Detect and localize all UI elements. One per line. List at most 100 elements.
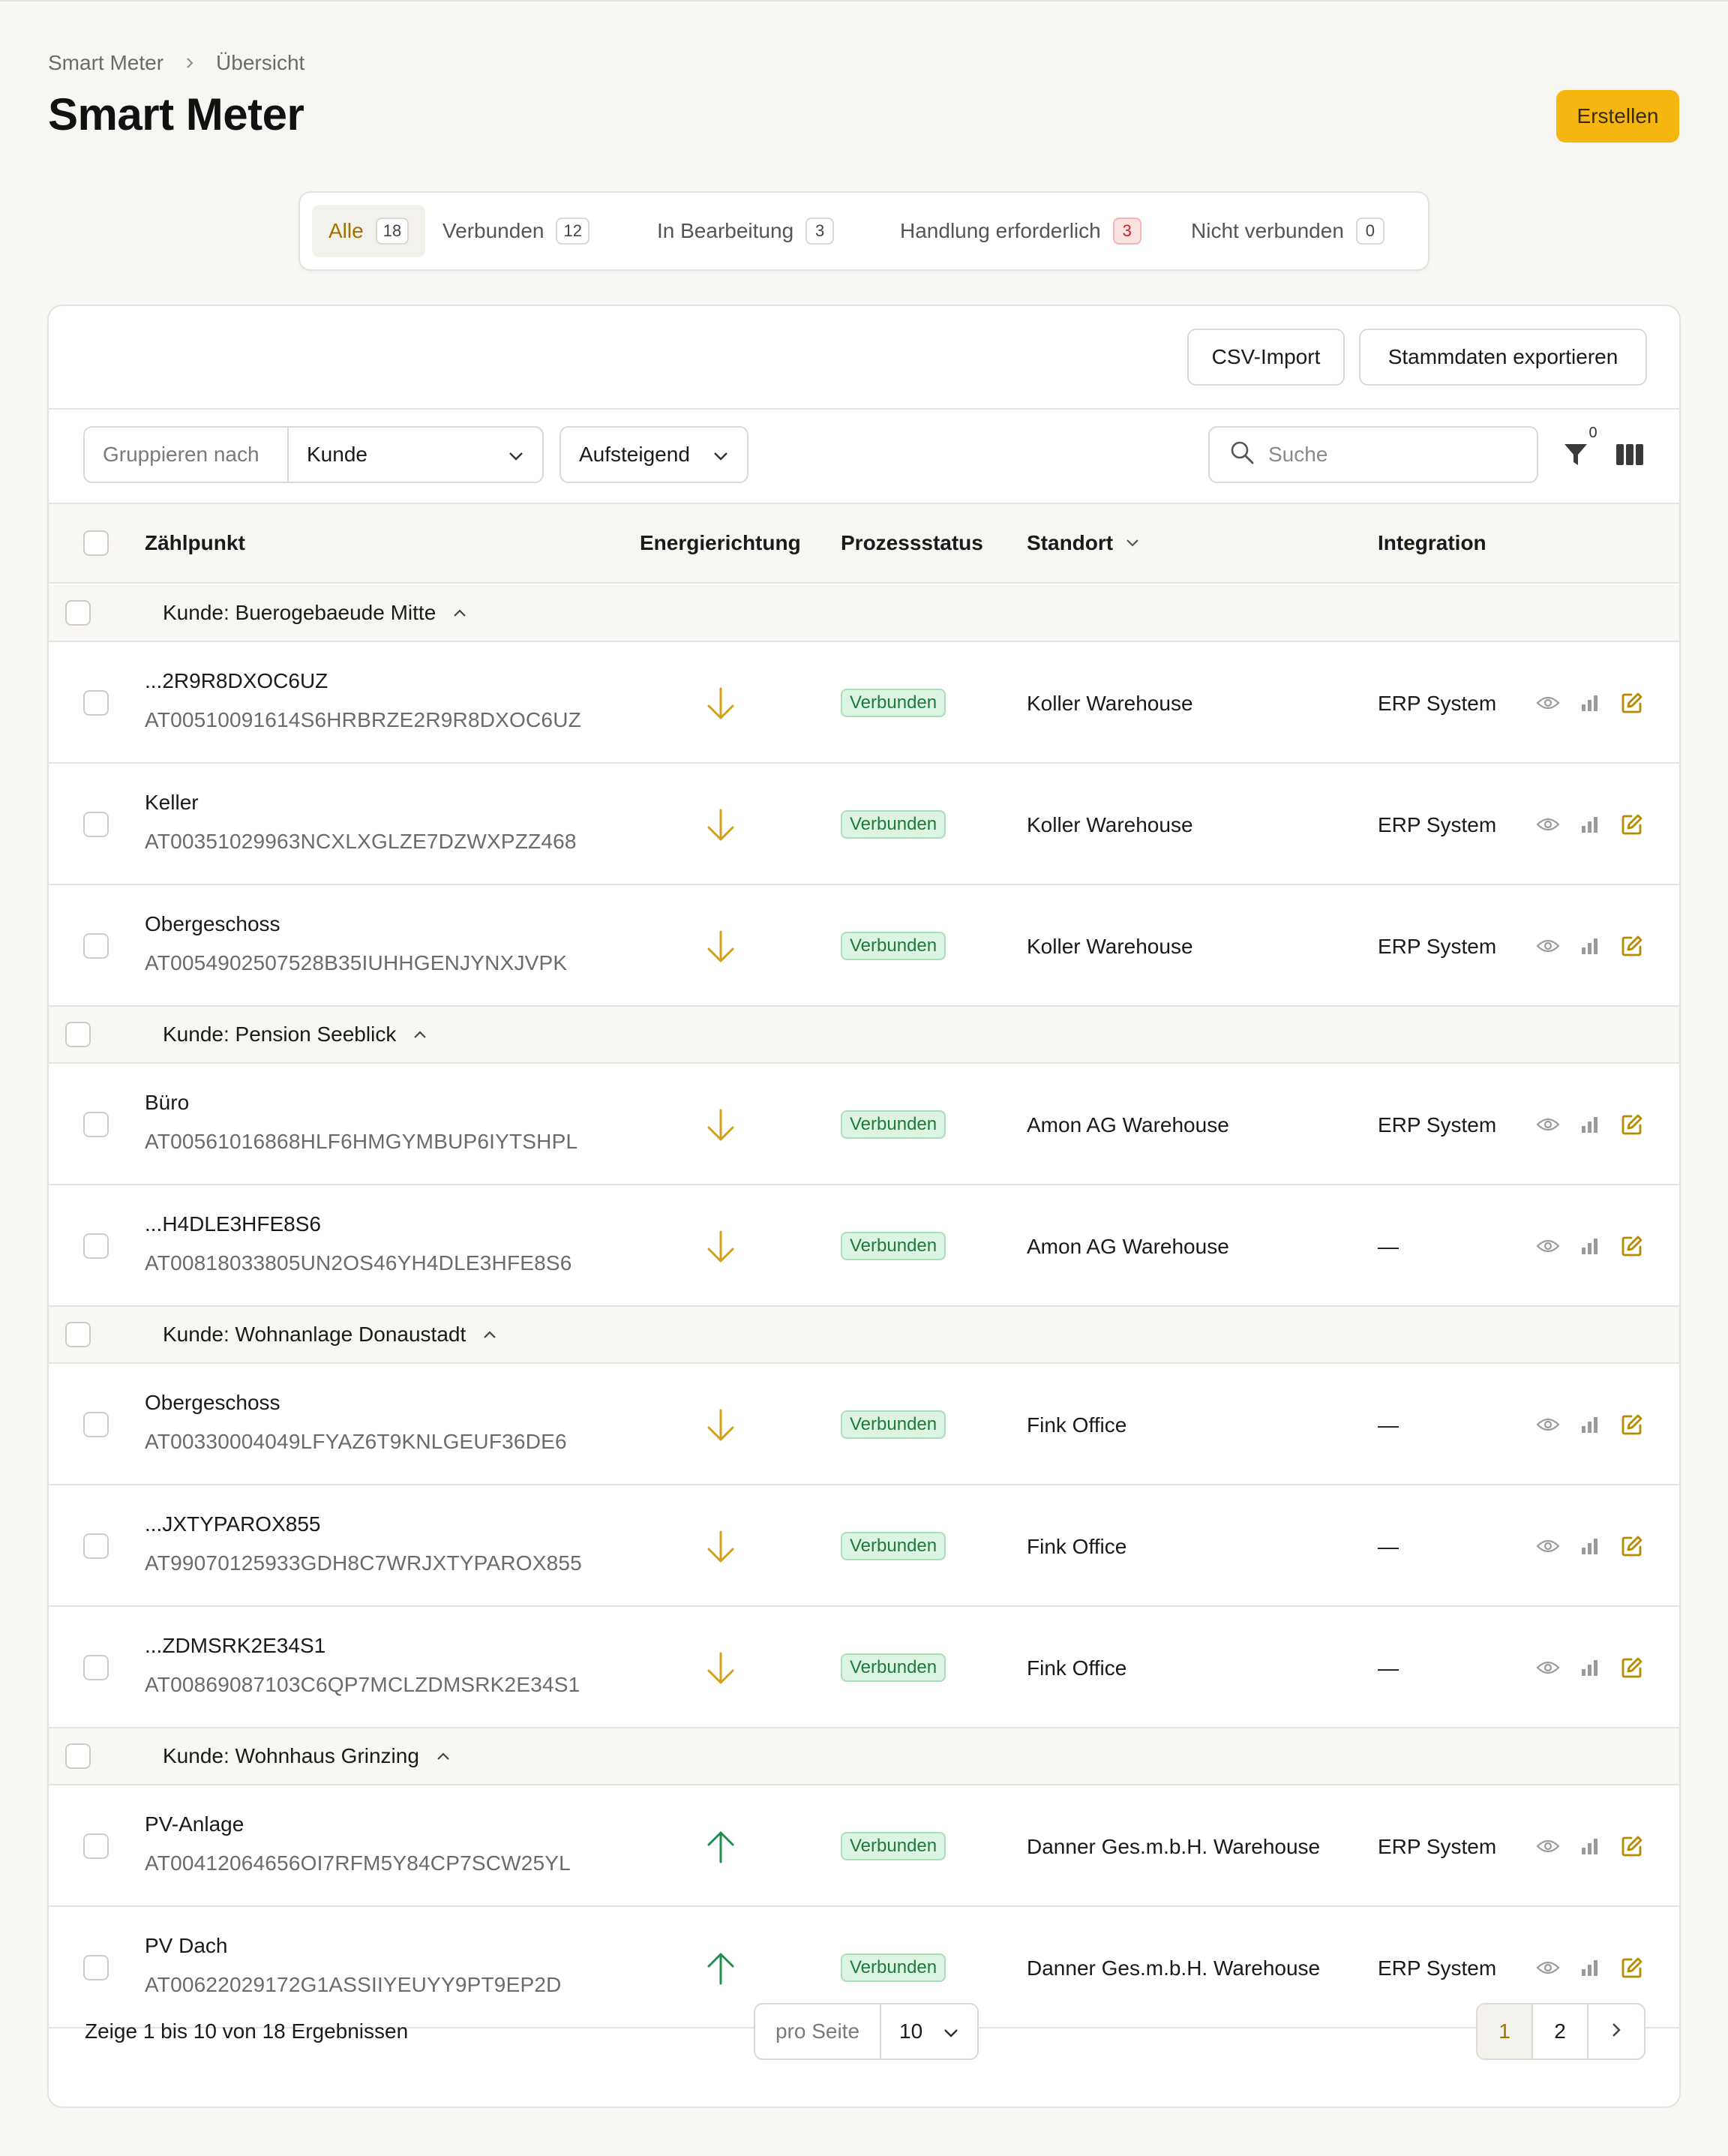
row-checkbox[interactable]	[83, 1955, 109, 1980]
table-row[interactable]: ...H4DLE3HFE8S6 AT00818033805UN2OS46YH4DL…	[49, 1185, 1679, 1307]
chevron-up-icon[interactable]	[482, 1330, 497, 1339]
table-row[interactable]: Keller AT00351029963NCXLXGLZE7DZWXPZZ468 V…	[49, 764, 1679, 885]
csv-import-button[interactable]: CSV-Import	[1187, 329, 1345, 386]
breadcrumb-root[interactable]: Smart Meter	[48, 51, 164, 75]
table-row[interactable]: ...ZDMSRK2E34S1 AT00869087103C6QP7MCLZDMS…	[49, 1607, 1679, 1728]
column-header-process-status[interactable]: Prozessstatus	[841, 504, 983, 582]
group-checkbox[interactable]	[65, 1743, 91, 1769]
search-input[interactable]	[1268, 443, 1523, 467]
eye-icon[interactable]	[1535, 1233, 1561, 1259]
eye-icon[interactable]	[1535, 690, 1561, 716]
group-checkbox[interactable]	[65, 600, 91, 626]
table-row[interactable]: PV-Anlage AT00412064656OI7RFM5Y84CP7SCW25…	[49, 1785, 1679, 1907]
eye-icon[interactable]	[1535, 1412, 1561, 1437]
column-header-zaehlpunkt[interactable]: Zählpunkt	[145, 504, 245, 582]
divider	[49, 408, 1679, 410]
table-row[interactable]: ...JXTYPAROX855 AT99070125933GDH8C7WRJXTY…	[49, 1485, 1679, 1607]
tab-alle[interactable]: Alle 18	[312, 205, 426, 257]
next-page-button[interactable]	[1588, 2004, 1644, 2058]
row-checkbox[interactable]	[83, 1412, 109, 1437]
integration-text: ERP System	[1378, 935, 1497, 958]
eye-icon[interactable]	[1535, 1112, 1561, 1137]
bar-chart-icon[interactable]	[1577, 1233, 1603, 1259]
page-1-button[interactable]: 1	[1478, 2004, 1533, 2058]
row-checkbox[interactable]	[83, 1233, 109, 1259]
page-2-button[interactable]: 2	[1533, 2004, 1588, 2058]
export-master-data-button[interactable]: Stammdaten exportieren	[1359, 329, 1647, 386]
breadcrumb: Smart Meter Übersicht	[48, 50, 304, 77]
group-title: Kunde: Buerogebaeude Mitte	[163, 585, 467, 641]
column-header-integration[interactable]: Integration	[1378, 504, 1486, 582]
bar-chart-icon[interactable]	[1577, 1112, 1603, 1137]
edit-icon[interactable]	[1619, 1233, 1645, 1259]
location-text: Fink Office	[1027, 1535, 1127, 1558]
edit-icon[interactable]	[1619, 1412, 1645, 1437]
columns-icon[interactable]	[1615, 440, 1645, 470]
bar-chart-icon[interactable]	[1577, 812, 1603, 837]
chevron-right-icon	[183, 56, 196, 70]
arrow-down-icon	[704, 929, 737, 965]
meter-table-card: CSV-Import Stammdaten exportieren Gruppi…	[47, 305, 1681, 2108]
bar-chart-icon[interactable]	[1577, 1533, 1603, 1559]
chevron-up-icon[interactable]	[436, 1752, 451, 1761]
row-checkbox[interactable]	[83, 1533, 109, 1559]
eye-icon[interactable]	[1535, 933, 1561, 959]
column-header-energy-direction[interactable]: Energierichtung	[640, 504, 801, 582]
tab-label: In Bearbeitung	[657, 219, 794, 242]
group-row[interactable]: Kunde: Wohnanlage Donaustadt	[49, 1307, 1679, 1364]
bar-chart-icon[interactable]	[1577, 690, 1603, 716]
tab-nicht-verbunden[interactable]: Nicht verbunden 0	[1174, 205, 1401, 257]
integration-text: —	[1378, 1535, 1399, 1558]
edit-icon[interactable]	[1619, 1833, 1645, 1859]
sort-order-select[interactable]: Aufsteigend	[560, 426, 748, 483]
pagination: 1 2	[1476, 2003, 1646, 2060]
per-page-select[interactable]: 10	[881, 2004, 977, 2058]
chevron-up-icon[interactable]	[412, 1030, 428, 1039]
row-checkbox[interactable]	[83, 812, 109, 837]
tab-label: Handlung erforderlich	[900, 219, 1101, 242]
tab-verbunden[interactable]: Verbunden 12	[426, 205, 606, 257]
row-checkbox[interactable]	[83, 1833, 109, 1859]
bar-chart-icon[interactable]	[1577, 1412, 1603, 1437]
filter-icon[interactable]	[1561, 440, 1591, 470]
group-row[interactable]: Kunde: Pension Seeblick	[49, 1007, 1679, 1064]
edit-icon[interactable]	[1619, 812, 1645, 837]
edit-icon[interactable]	[1619, 690, 1645, 716]
create-button[interactable]: Erstellen	[1556, 90, 1679, 143]
row-checkbox[interactable]	[83, 690, 109, 716]
tab-count-badge: 3	[1112, 218, 1142, 245]
eye-icon[interactable]	[1535, 1655, 1561, 1680]
row-checkbox[interactable]	[83, 1655, 109, 1680]
eye-icon[interactable]	[1535, 812, 1561, 837]
group-row[interactable]: Kunde: Buerogebaeude Mitte	[49, 585, 1679, 642]
eye-icon[interactable]	[1535, 1533, 1561, 1559]
edit-icon[interactable]	[1619, 1955, 1645, 1980]
eye-icon[interactable]	[1535, 1833, 1561, 1859]
group-checkbox[interactable]	[65, 1022, 91, 1047]
edit-icon[interactable]	[1619, 1533, 1645, 1559]
table-row[interactable]: Obergeschoss AT0054902507528B35IUHHGENJYN…	[49, 885, 1679, 1007]
arrow-down-icon	[704, 1229, 737, 1265]
edit-icon[interactable]	[1619, 933, 1645, 959]
bar-chart-icon[interactable]	[1577, 1655, 1603, 1680]
table-row[interactable]: Obergeschoss AT00330004049LFYAZ6T9KNLGEUF…	[49, 1364, 1679, 1485]
results-summary: Zeige 1 bis 10 von 18 Ergebnissen	[85, 2019, 409, 2043]
group-row[interactable]: Kunde: Wohnhaus Grinzing	[49, 1728, 1679, 1785]
chevron-up-icon[interactable]	[452, 608, 467, 617]
row-checkbox[interactable]	[83, 1112, 109, 1137]
tab-handlung-erforderlich[interactable]: Handlung erforderlich 3	[884, 205, 1158, 257]
bar-chart-icon[interactable]	[1577, 933, 1603, 959]
edit-icon[interactable]	[1619, 1655, 1645, 1680]
eye-icon[interactable]	[1535, 1955, 1561, 1980]
row-checkbox[interactable]	[83, 933, 109, 959]
select-all-checkbox[interactable]	[83, 530, 109, 556]
edit-icon[interactable]	[1619, 1112, 1645, 1137]
group-by-select[interactable]: Kunde	[289, 428, 542, 482]
column-header-location[interactable]: Standort	[1027, 504, 1140, 582]
table-row[interactable]: ...2R9R8DXOC6UZ AT00510091614S6HRBRZE2R9R…	[49, 642, 1679, 764]
bar-chart-icon[interactable]	[1577, 1955, 1603, 1980]
group-checkbox[interactable]	[65, 1322, 91, 1347]
table-row[interactable]: Büro AT00561016868HLF6HMGYMBUP6IYTSHPL Ver…	[49, 1064, 1679, 1185]
bar-chart-icon[interactable]	[1577, 1833, 1603, 1859]
tab-in-bearbeitung[interactable]: In Bearbeitung 3	[640, 205, 850, 257]
